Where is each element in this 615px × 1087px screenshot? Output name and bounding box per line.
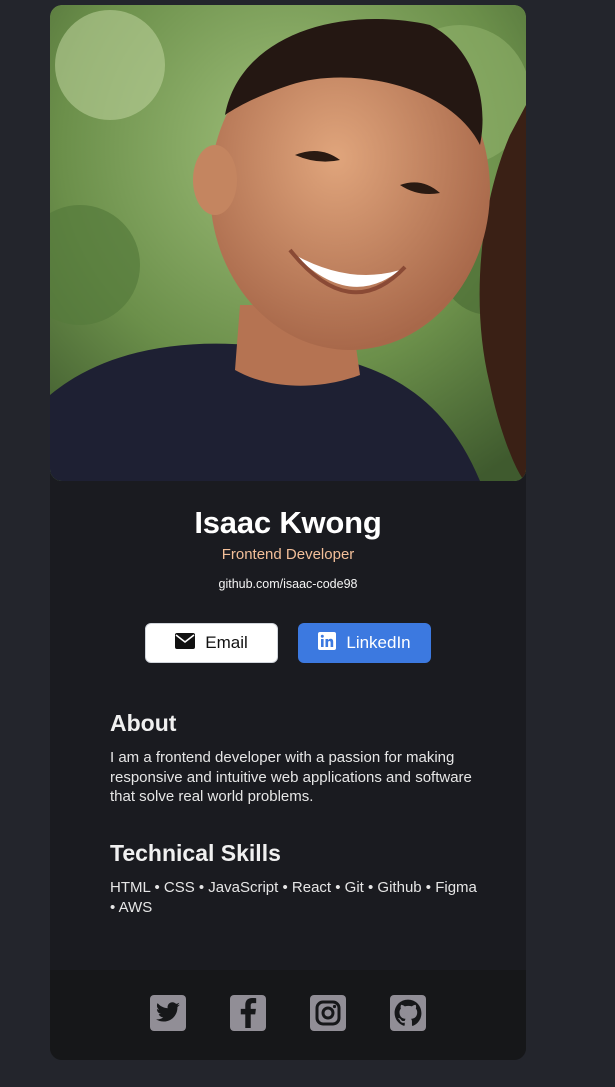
twitter-icon[interactable] <box>150 995 186 1031</box>
github-icon[interactable] <box>390 995 426 1031</box>
facebook-icon[interactable] <box>230 995 266 1031</box>
skills-heading: Technical Skills <box>110 840 281 866</box>
email-button-label: Email <box>205 633 248 652</box>
linkedin-button[interactable]: LinkedIn <box>298 623 431 663</box>
profile-card: Isaac Kwong Frontend Developer github.co… <box>50 5 526 1060</box>
linkedin-button-label: LinkedIn <box>346 633 411 652</box>
linkedin-icon <box>318 631 337 655</box>
profile-photo <box>50 5 526 481</box>
profile-role: Frontend Developer <box>221 546 355 563</box>
skills-text: HTML • CSS • JavaScript • React • Git • … <box>110 879 477 916</box>
about-text: I am a frontend developer with a passion… <box>110 749 472 805</box>
footer <box>50 970 526 1060</box>
profile-name: Isaac Kwong <box>194 505 382 540</box>
profile-website-link[interactable]: github.com/isaac-code98 <box>50 577 526 591</box>
envelope-icon <box>175 632 196 654</box>
email-button[interactable]: Email <box>145 623 278 663</box>
instagram-icon[interactable] <box>310 995 346 1031</box>
about-heading: About <box>110 710 177 736</box>
